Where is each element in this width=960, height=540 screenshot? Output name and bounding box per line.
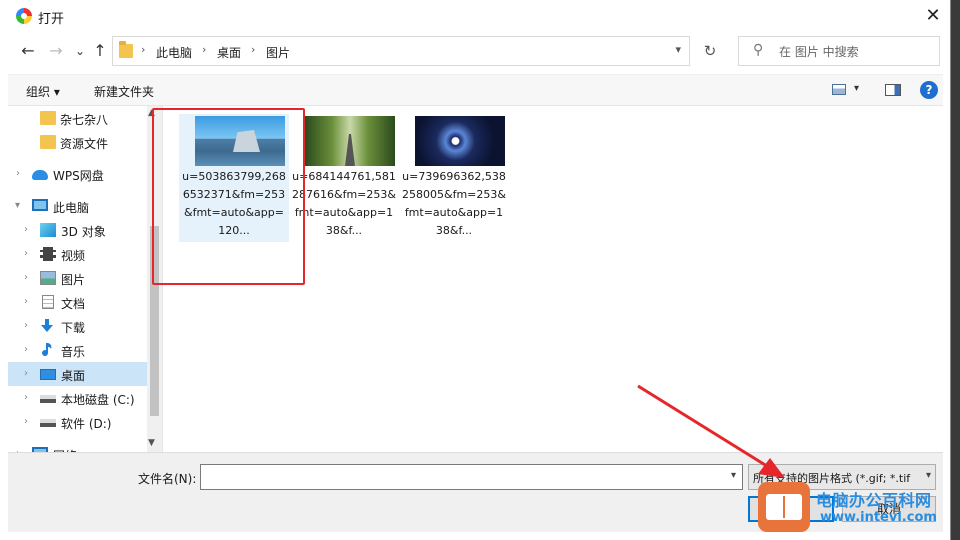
- watermark-logo: [758, 482, 810, 532]
- watermark-url: www.intevl.com: [820, 510, 937, 525]
- book-icon: [766, 494, 802, 520]
- watermark-title: 电脑办公百科网: [816, 491, 932, 510]
- annotation-arrow: [637, 384, 785, 478]
